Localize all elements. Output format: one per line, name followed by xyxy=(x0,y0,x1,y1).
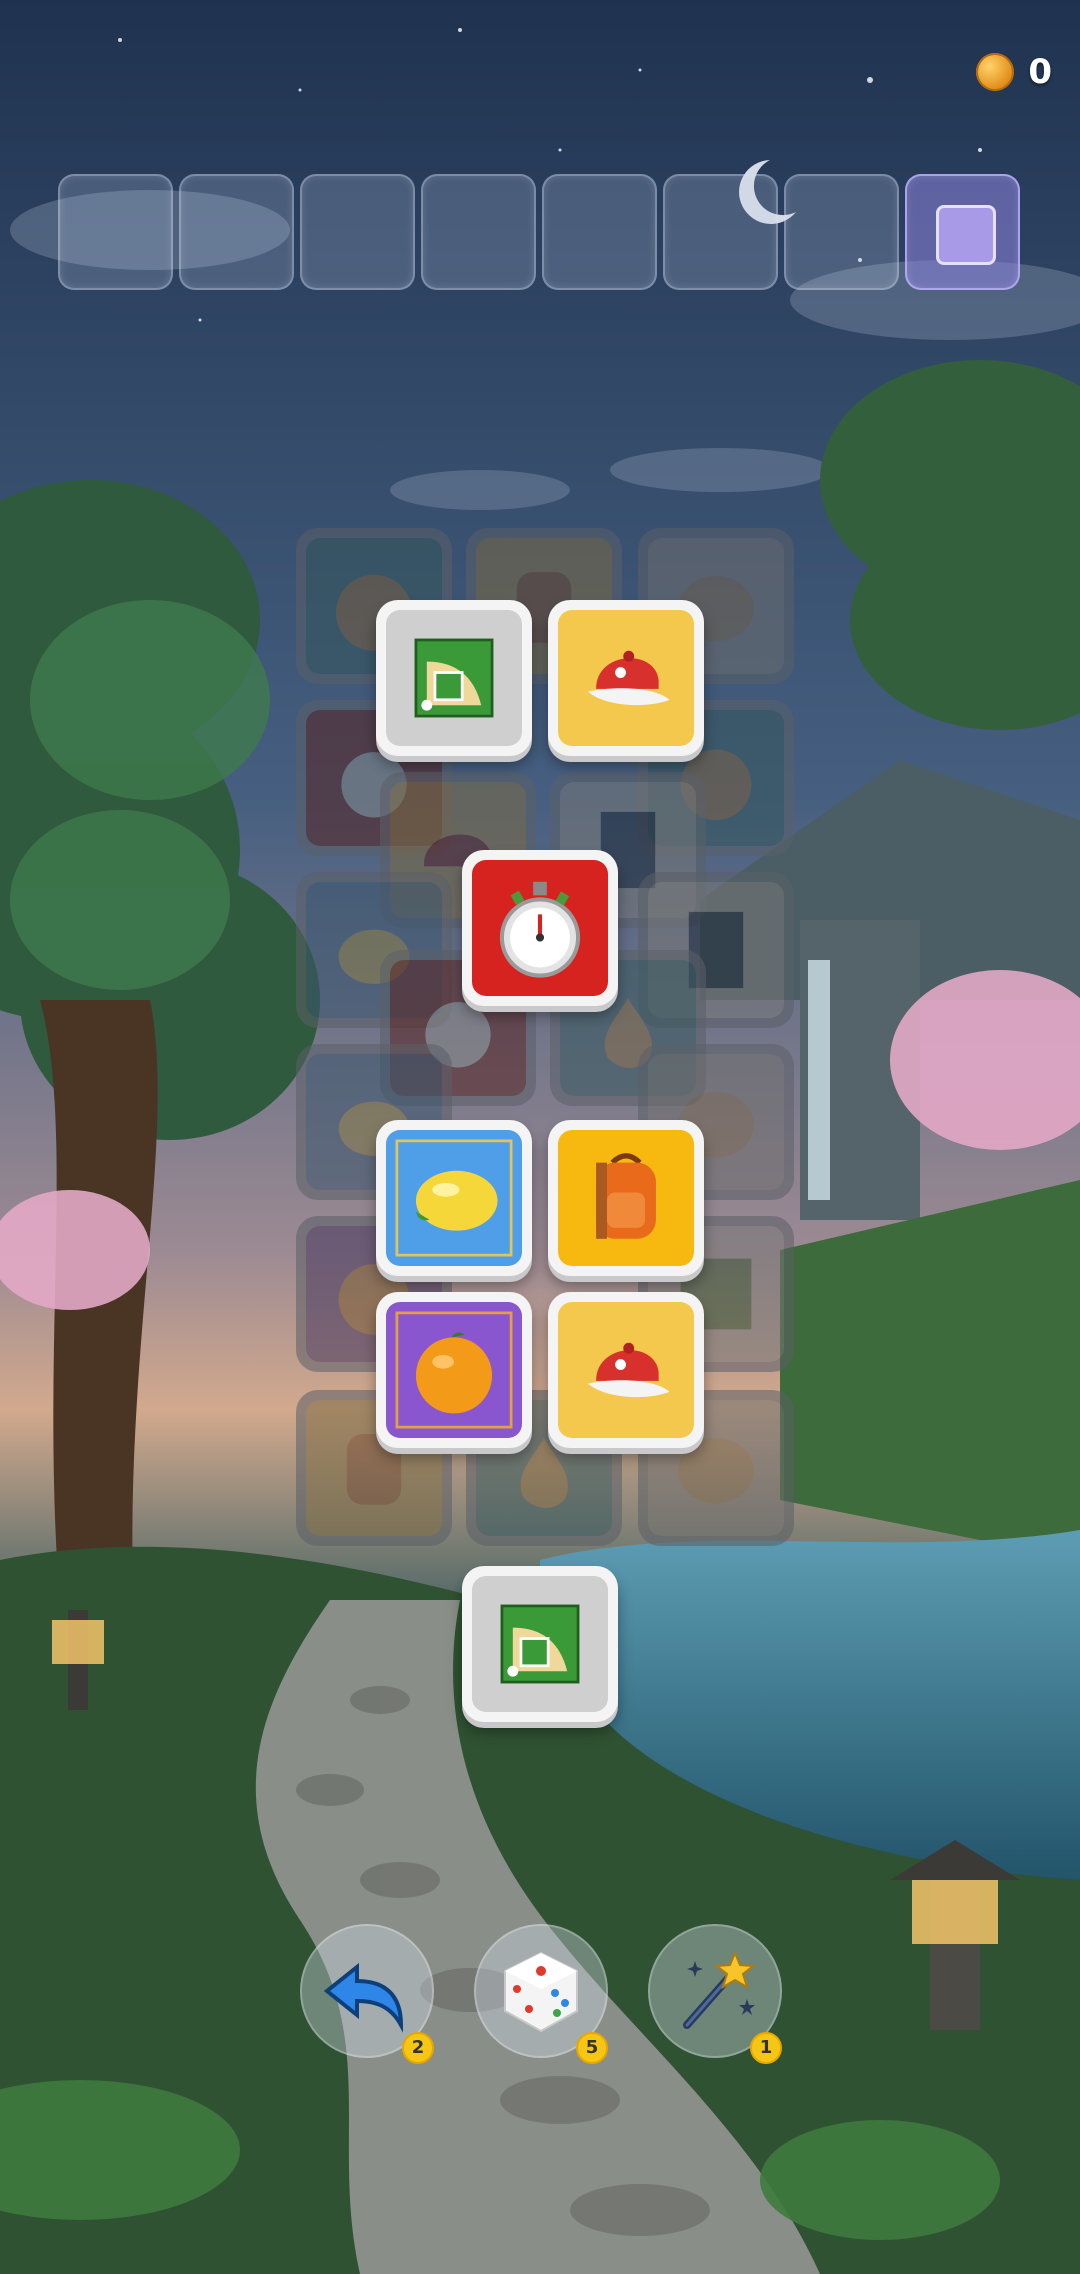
orange-backpack-icon xyxy=(596,1153,656,1239)
red-cap-icon xyxy=(587,650,670,706)
undo-arrow-icon xyxy=(323,1962,404,2033)
magic-wand-button[interactable]: 1 xyxy=(648,1924,782,2064)
tile-tray xyxy=(58,174,1020,290)
tile-backpack[interactable] xyxy=(548,1120,704,1276)
coin-count: 0 xyxy=(1028,52,1052,92)
tray-slot xyxy=(784,174,899,290)
undo-count: 2 xyxy=(402,2032,434,2064)
magic-wand-icon xyxy=(683,1950,756,2029)
tile-baseball-field-2[interactable] xyxy=(462,1566,618,1722)
tray-slot xyxy=(421,174,536,290)
tile-red-cap[interactable] xyxy=(548,600,704,756)
red-cap-icon xyxy=(587,1342,670,1398)
tile-stopwatch[interactable] xyxy=(462,850,618,1006)
tile-orange[interactable] xyxy=(376,1292,532,1448)
tray-slot xyxy=(179,174,294,290)
baseball-field-icon xyxy=(414,638,494,718)
shuffle-button[interactable]: 5 xyxy=(474,1924,608,2064)
powerup-toolbar: 2 5 1 xyxy=(0,1924,1080,2084)
tray-slot xyxy=(663,174,778,290)
orange-fruit-icon xyxy=(395,1311,513,1429)
tile-lemon[interactable] xyxy=(376,1120,532,1276)
tile-red-cap-2[interactable] xyxy=(548,1292,704,1448)
undo-button[interactable]: 2 xyxy=(300,1924,434,2064)
tray-slot xyxy=(58,174,173,290)
dice-icon xyxy=(504,1951,578,2033)
tile-baseball-field[interactable] xyxy=(376,600,532,756)
stopwatch-icon xyxy=(499,881,581,978)
gold-coin-icon xyxy=(976,53,1015,91)
magic-wand-count: 1 xyxy=(750,2032,782,2064)
slot-marker xyxy=(935,205,996,265)
shuffle-count: 5 xyxy=(576,2032,608,2064)
lemon-icon xyxy=(395,1139,513,1257)
tray-slot xyxy=(542,174,657,290)
tray-slot xyxy=(300,174,415,290)
tray-slot-active xyxy=(905,174,1020,290)
coin-counter: 0 xyxy=(976,52,1052,92)
baseball-field-icon xyxy=(500,1604,580,1684)
